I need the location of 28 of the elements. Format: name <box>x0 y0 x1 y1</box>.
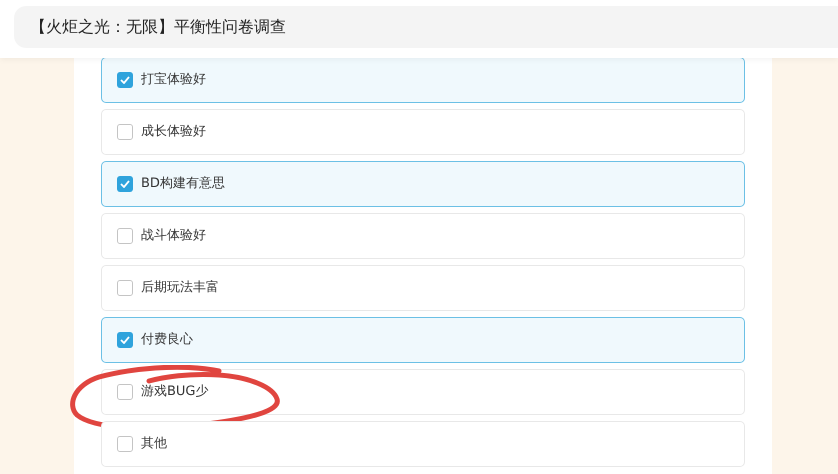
checkbox[interactable] <box>117 332 133 348</box>
survey-title: 【火炬之光：无限】平衡性问卷调查 <box>30 16 286 38</box>
option-label: 游戏BUG少 <box>141 383 209 402</box>
option-row[interactable]: 付费良心 <box>101 317 745 363</box>
option-label: 成长体验好 <box>141 123 206 142</box>
option-row[interactable]: 游戏BUG少 <box>101 369 745 415</box>
option-label: BD构建有意思 <box>141 175 225 194</box>
checkbox[interactable] <box>117 280 133 296</box>
option-label: 战斗体验好 <box>141 227 206 246</box>
option-row[interactable]: BD构建有意思 <box>101 161 745 207</box>
check-icon <box>120 180 130 188</box>
option-label: 后期玩法丰富 <box>141 279 219 298</box>
checkbox[interactable] <box>117 176 133 192</box>
option-row[interactable]: 其他 <box>101 421 745 467</box>
option-label: 付费良心 <box>141 331 193 350</box>
option-row[interactable]: 战斗体验好 <box>101 213 745 259</box>
checkbox[interactable] <box>117 384 133 400</box>
option-row[interactable]: 打宝体验好 <box>101 57 745 103</box>
option-row[interactable]: 成长体验好 <box>101 109 745 155</box>
checkbox[interactable] <box>117 124 133 140</box>
checkbox[interactable] <box>117 228 133 244</box>
option-label: 打宝体验好 <box>141 71 206 90</box>
checkbox[interactable] <box>117 436 133 452</box>
check-icon <box>120 76 130 84</box>
checkbox[interactable] <box>117 72 133 88</box>
option-label: 其他 <box>141 435 167 454</box>
option-row[interactable]: 后期玩法丰富 <box>101 265 745 311</box>
check-icon <box>120 336 130 344</box>
